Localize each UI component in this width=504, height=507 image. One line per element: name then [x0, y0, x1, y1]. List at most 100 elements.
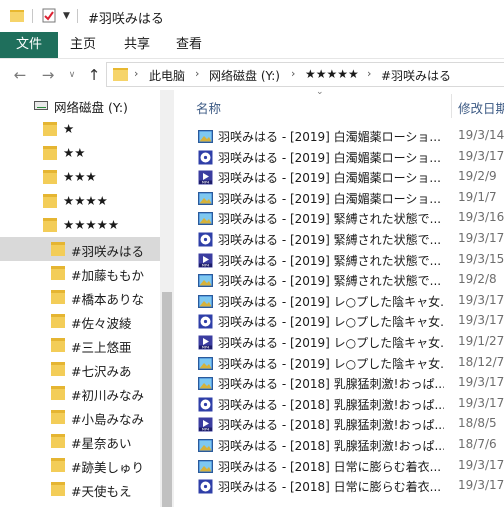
navigation-scrollbar-thumb[interactable] — [162, 292, 172, 507]
file-modified-date: 19/2/9 — [458, 169, 497, 184]
breadcrumb-current-folder[interactable]: #羽咲みはる — [381, 67, 451, 84]
file-name: 羽咲みはる - [2019] 緊縛された状態で... — [218, 274, 442, 289]
folder-icon — [43, 146, 57, 160]
file-modified-date: 19/3/17 — [458, 395, 504, 410]
up-arrow-icon[interactable]: ↑ — [84, 65, 104, 85]
file-row[interactable]: MP4 羽咲みはる - [2019] 白濁媚薬ローショ... 19/2/9 — [186, 167, 504, 187]
file-row[interactable]: 羽咲みはる - [2018] 日常に膨らむ着衣... 19/3/17 — [186, 476, 504, 496]
tab-view[interactable]: 查看 — [164, 32, 214, 58]
svg-text:MP4: MP4 — [202, 428, 210, 432]
back-arrow-icon[interactable]: ← — [10, 65, 30, 85]
file-name: 羽咲みはる - [2019] 白濁媚薬ローショ... — [218, 130, 441, 144]
file-row[interactable]: 羽咲みはる - [2018] 乳腺猛刺激!おっぱ... 18/7/6 — [186, 435, 504, 455]
nav-item-network-drive[interactable]: 网络磁盘 (Y:) — [0, 93, 160, 117]
file-row[interactable]: 羽咲みはる - [2018] 日常に膨らむ着衣... 19/3/17 — [186, 456, 504, 476]
folder-icon — [51, 242, 65, 256]
tab-home[interactable]: 主页 — [58, 32, 108, 58]
image-icon — [198, 356, 213, 371]
nav-item[interactable]: ★ — [0, 117, 160, 141]
file-modified-date: 19/2/8 — [458, 272, 497, 287]
folder-icon — [51, 458, 65, 472]
file-name: 羽咲みはる - [2019] 白濁媚薬ローショ... — [218, 150, 441, 165]
breadcrumb-chevron-icon[interactable]: › — [367, 67, 371, 80]
disc-icon — [198, 150, 213, 165]
properties-icon[interactable] — [42, 8, 56, 23]
column-header-modified[interactable]: 修改日期 — [458, 98, 504, 117]
folder-icon — [43, 170, 57, 184]
folder-icon — [51, 314, 65, 328]
nav-item[interactable]: #星奈あい — [0, 429, 160, 453]
nav-item[interactable]: #三上悠亜 — [0, 333, 160, 357]
file-row[interactable]: 羽咲みはる - [2019] レ○プした陰キャ女... 19/3/17 — [186, 311, 504, 331]
folder-icon[interactable] — [10, 8, 24, 23]
forward-arrow-icon[interactable]: → — [38, 65, 58, 85]
file-row[interactable]: MP4 羽咲みはる - [2018] 乳腺猛刺激!おっぱ... 18/8/5 — [186, 414, 504, 434]
file-modified-date: 19/3/17 — [458, 292, 504, 307]
tab-share[interactable]: 共享 — [112, 32, 162, 58]
nav-item-label: #七沢みあ — [71, 364, 132, 379]
file-row[interactable]: MP4 羽咲みはる - [2019] レ○プした陰キャ女... 19/1/27 — [186, 332, 504, 352]
nav-item[interactable]: #天使もえ — [0, 477, 160, 501]
file-row[interactable]: 羽咲みはる - [2019] 白濁媚薬ローショ... 19/1/7 — [186, 188, 504, 208]
breadcrumb-five-stars[interactable]: ★★★★★ — [305, 67, 359, 81]
folder-icon — [51, 290, 65, 304]
mp4-icon: MP4 — [198, 253, 213, 268]
image-icon — [198, 438, 213, 453]
address-bar[interactable]: › 此电脑 › 网络磁盘 (Y:) › ★★★★★ › #羽咲みはる — [106, 62, 504, 87]
address-row: ← → ∨ ↑ › 此电脑 › 网络磁盘 (Y:) › ★★★★★ › #羽咲み… — [0, 59, 504, 90]
nav-item[interactable]: #七沢みあ — [0, 357, 160, 381]
file-row[interactable]: 羽咲みはる - [2019] 緊縛された状態で... 19/2/8 — [186, 270, 504, 290]
nav-item[interactable]: ★★★ — [0, 165, 160, 189]
mp4-icon: MP4 — [198, 417, 213, 432]
nav-item[interactable]: #小島みなみ — [0, 405, 160, 429]
file-modified-date: 19/3/16 — [458, 210, 504, 225]
recent-locations-chevron-icon[interactable]: ∨ — [62, 65, 82, 85]
file-modified-date: 19/3/14 — [458, 128, 504, 142]
folder-icon — [43, 218, 57, 232]
file-name: 羽咲みはる - [2018] 日常に膨らむ着衣... — [218, 480, 442, 495]
breadcrumb-chevron-icon[interactable]: › — [195, 67, 199, 80]
file-row[interactable]: 羽咲みはる - [2018] 乳腺猛刺激!おっぱ... 19/3/17 — [186, 373, 504, 393]
nav-item[interactable]: #加藤ももか — [0, 261, 160, 285]
file-modified-date: 19/3/17 — [458, 231, 504, 245]
file-row[interactable]: 羽咲みはる - [2019] 緊縛された状態で... 19/3/16 — [186, 208, 504, 228]
disc-icon — [198, 479, 213, 494]
nav-item[interactable]: ★★ — [0, 141, 160, 165]
breadcrumb-chevron-icon[interactable]: › — [291, 67, 295, 80]
column-divider[interactable] — [451, 94, 452, 118]
file-row[interactable]: 羽咲みはる - [2019] 白濁媚薬ローショ... 19/3/17 — [186, 147, 504, 167]
breadcrumb-chevron-icon[interactable]: › — [134, 67, 138, 80]
nav-item[interactable]: ★★★★★ — [0, 213, 160, 237]
nav-item[interactable]: #橋本ありな — [0, 285, 160, 309]
file-name: 羽咲みはる - [2018] 乳腺猛刺激!おっぱ... — [218, 397, 444, 412]
file-modified-date: 19/1/7 — [458, 189, 497, 204]
nav-item[interactable]: ★★★★ — [0, 189, 160, 213]
svg-text:MP4: MP4 — [202, 346, 210, 350]
image-icon — [198, 294, 213, 309]
file-row[interactable]: 羽咲みはる - [2019] レ○プした陰キャ女... 18/12/7 — [186, 353, 504, 373]
network-drive-icon — [34, 101, 48, 110]
file-row[interactable]: MP4 羽咲みはる - [2019] 緊縛された状態で... 19/3/15 — [186, 250, 504, 270]
folder-icon — [51, 482, 65, 496]
file-row[interactable]: 羽咲みはる - [2019] 緊縛された状態で... 19/3/17 — [186, 229, 504, 249]
nav-item[interactable]: #跡美しゅり — [0, 453, 160, 477]
folder-icon — [51, 338, 65, 352]
folder-icon — [51, 386, 65, 400]
file-row[interactable]: 羽咲みはる - [2018] 乳腺猛刺激!おっぱ... 19/3/17 — [186, 394, 504, 414]
file-row[interactable]: 羽咲みはる - [2019] レ○プした陰キャ女... 19/3/17 — [186, 291, 504, 311]
nav-item[interactable]: #羽咲みはる — [0, 237, 160, 261]
titlebar-separator — [32, 9, 33, 23]
nav-item[interactable]: #初川みなみ — [0, 381, 160, 405]
breadcrumb-this-pc[interactable]: 此电脑 — [149, 67, 185, 84]
folder-icon — [51, 434, 65, 448]
file-row[interactable]: 羽咲みはる - [2019] 白濁媚薬ローショ... 19/3/14 — [186, 126, 504, 146]
breadcrumb-network-drive[interactable]: 网络磁盘 (Y:) — [209, 67, 280, 84]
file-name: 羽咲みはる - [2019] レ○プした陰キャ女... — [218, 294, 444, 309]
mp4-icon: MP4 — [198, 335, 213, 350]
quick-access-dropdown-icon[interactable]: ▼ — [63, 11, 70, 21]
nav-item[interactable]: #佐々波綾 — [0, 309, 160, 333]
tab-file[interactable]: 文件 — [0, 32, 58, 58]
window-title: #羽咲みはる — [88, 12, 164, 27]
nav-item-label: ★★★★ — [63, 193, 108, 208]
column-header-name[interactable]: 名称 — [196, 98, 221, 117]
